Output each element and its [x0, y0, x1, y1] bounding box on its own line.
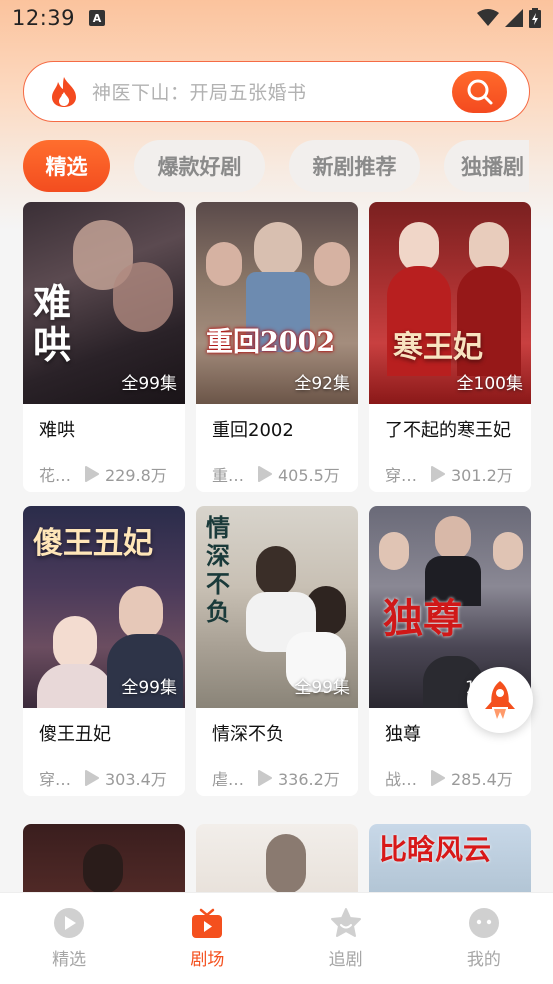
poster-image: 重回2002 全92集	[196, 202, 358, 404]
poster-image: 比晗风云	[369, 824, 531, 892]
drama-card[interactable]: 寒王妃 全100集 了不起的寒王妃 穿… 301.2万	[369, 202, 531, 492]
card-meta: 花… 229.8万	[23, 444, 185, 492]
nav-theater[interactable]: 剧场	[138, 893, 276, 984]
nav-profile[interactable]: 我的	[415, 893, 553, 984]
episode-count: 全99集	[121, 374, 177, 394]
card-title: 情深不负	[212, 724, 284, 745]
genre-tag: 花…	[39, 466, 72, 485]
play-count-icon	[258, 770, 272, 786]
bottom-navigation: 精选 剧场 追剧 我的	[0, 892, 553, 984]
episode-count: 全100集	[456, 374, 523, 394]
drama-card[interactable]	[196, 824, 358, 892]
search-button[interactable]	[452, 71, 507, 113]
play-count: 229.8万	[105, 466, 167, 485]
nav-label: 精选	[52, 950, 87, 970]
rocket-icon	[485, 681, 515, 719]
nav-label: 追剧	[328, 950, 363, 970]
poster-title: 傻王丑妃	[33, 526, 153, 561]
nav-label: 我的	[466, 950, 501, 970]
episode-count: 全99集	[121, 678, 177, 698]
status-icons	[477, 8, 541, 28]
star-icon	[330, 908, 361, 937]
nav-featured[interactable]: 精选	[0, 893, 138, 984]
poster-title: 独尊	[383, 595, 463, 642]
category-tabs: 精选 爆款好剧 新剧推荐 独播剧	[23, 140, 529, 192]
tv-icon	[192, 908, 223, 938]
rocket-fab-button[interactable]	[467, 667, 533, 733]
play-count: 301.2万	[451, 466, 513, 485]
poster-image	[23, 824, 185, 892]
poster-title: 寒王妃	[393, 330, 483, 365]
play-count: 285.4万	[451, 770, 513, 789]
card-title: 重回2002	[212, 420, 294, 441]
card-title: 了不起的寒王妃	[385, 420, 511, 441]
poster-image	[196, 824, 358, 892]
poster-title: 重回2002	[206, 327, 336, 358]
status-bar: 12:39 A	[0, 0, 553, 36]
tab-exclusive[interactable]: 独播剧	[444, 140, 529, 192]
notification-icon: A	[89, 10, 106, 26]
drama-card[interactable]: 难哄 全99集 难哄 花… 229.8万	[23, 202, 185, 492]
card-meta: 穿… 301.2万	[369, 444, 531, 492]
drama-card[interactable]: 傻王丑妃 全99集 傻王丑妃 穿… 303.4万	[23, 506, 185, 796]
poster-title: 情深不负	[206, 513, 230, 626]
play-count: 303.4万	[105, 770, 167, 789]
poster-image: 难哄 全99集	[23, 202, 185, 404]
card-meta: 战… 285.4万	[369, 748, 531, 796]
genre-tag: 虐…	[212, 770, 245, 789]
play-count-icon	[85, 770, 99, 786]
episode-count: 全99集	[294, 678, 350, 698]
drama-card[interactable]: 独尊 1 独尊 战… 285.4万	[369, 506, 531, 796]
profile-icon	[468, 908, 499, 938]
card-meta: 虐… 336.2万	[196, 748, 358, 796]
drama-card[interactable]: 比晗风云	[369, 824, 531, 892]
card-meta: 重… 405.5万	[196, 444, 358, 492]
search-bar[interactable]: 神医下山：开局五张婚书	[23, 61, 530, 122]
play-count-icon	[431, 466, 445, 482]
poster-image: 傻王丑妃 全99集	[23, 506, 185, 708]
signal-icon	[505, 9, 523, 27]
genre-tag: 穿…	[39, 770, 72, 789]
nav-label: 剧场	[190, 950, 225, 970]
play-count: 336.2万	[278, 770, 340, 789]
genre-tag: 重…	[212, 466, 245, 485]
play-count-icon	[85, 466, 99, 482]
nav-following[interactable]: 追剧	[277, 893, 415, 984]
drama-card[interactable]: 重回2002 全92集 重回2002 重… 405.5万	[196, 202, 358, 492]
search-icon	[467, 79, 492, 105]
genre-tag: 战…	[385, 770, 418, 789]
episode-count: 全92集	[294, 374, 350, 394]
drama-card[interactable]: 情深不负 全99集 情深不负 虐… 336.2万	[196, 506, 358, 796]
battery-icon	[529, 8, 541, 28]
play-count-icon	[258, 466, 272, 482]
play-count-icon	[431, 770, 445, 786]
genre-tag: 穿…	[385, 466, 418, 485]
poster-image: 寒王妃 全100集	[369, 202, 531, 404]
search-input[interactable]: 神医下山：开局五张婚书	[92, 78, 307, 105]
status-time: 12:39	[12, 6, 76, 30]
wifi-icon	[477, 9, 499, 26]
fire-icon	[52, 76, 76, 107]
tab-featured[interactable]: 精选	[23, 140, 110, 192]
play-circle-icon	[54, 908, 85, 938]
card-meta: 穿… 303.4万	[23, 748, 185, 796]
play-count: 405.5万	[278, 466, 340, 485]
poster-title: 难哄	[33, 280, 72, 367]
poster-title: 比晗风云	[379, 833, 492, 866]
card-title: 难哄	[39, 420, 75, 441]
poster-image: 情深不负 全99集	[196, 506, 358, 708]
card-title: 傻王丑妃	[39, 724, 111, 745]
drama-card[interactable]	[23, 824, 185, 892]
tab-new-dramas[interactable]: 新剧推荐	[289, 140, 420, 192]
drama-grid: 难哄 全99集 难哄 花… 229.8万 重回2002 全92集 重回2002 …	[0, 200, 553, 892]
tab-hot-dramas[interactable]: 爆款好剧	[134, 140, 265, 192]
